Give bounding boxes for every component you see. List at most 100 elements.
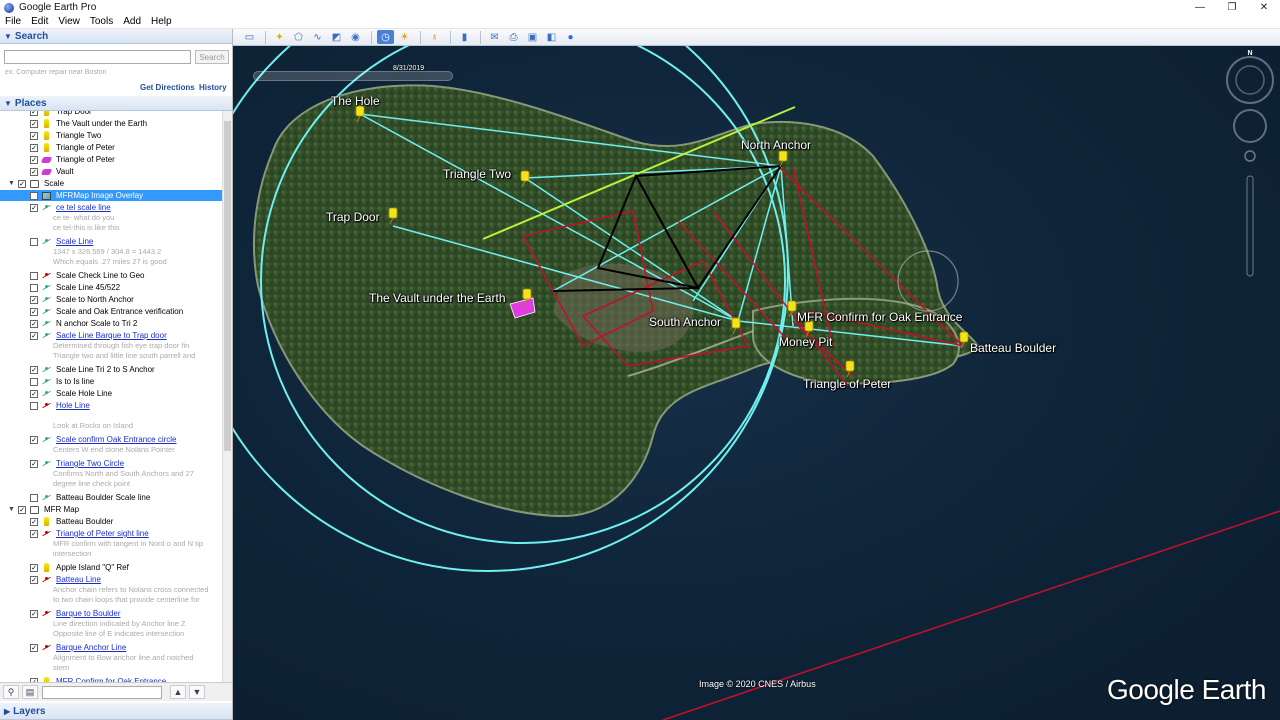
place-item[interactable]: Scale Line 45/522: [30, 282, 120, 293]
visibility-checkbox[interactable]: ✓: [30, 459, 38, 468]
menu-view[interactable]: View: [53, 16, 85, 27]
visibility-checkbox[interactable]: ✓: [30, 155, 38, 164]
visibility-checkbox[interactable]: ✓: [30, 131, 38, 140]
scrollbar-thumb[interactable]: [224, 121, 231, 451]
visibility-checkbox[interactable]: ✓: [30, 435, 38, 444]
visibility-checkbox[interactable]: [30, 283, 38, 292]
visibility-checkbox[interactable]: [30, 237, 38, 246]
place-item[interactable]: ✓ Triangle of Peter: [30, 142, 115, 153]
map-label-south-anchor[interactable]: South Anchor: [649, 315, 721, 329]
visibility-checkbox[interactable]: ✓: [30, 143, 38, 152]
add-polygon-icon[interactable]: ⬠: [290, 30, 307, 44]
place-item[interactable]: ✓ Scale confirm Oak Entrance circle: [30, 434, 177, 445]
search-panel-header[interactable]: ▼ Search: [0, 29, 232, 44]
places-panel-header[interactable]: ▼ Places: [0, 96, 232, 111]
ruler-icon[interactable]: ▮: [456, 30, 473, 44]
place-item[interactable]: ✓ ce tel scale line: [30, 202, 111, 213]
visibility-checkbox[interactable]: ✓: [30, 119, 38, 128]
historical-imagery-icon[interactable]: ◷: [377, 30, 394, 44]
place-item[interactable]: Is to Is line: [30, 376, 94, 387]
menu-edit[interactable]: Edit: [26, 16, 53, 27]
visibility-checkbox[interactable]: ✓: [30, 203, 38, 212]
menu-tools[interactable]: Tools: [85, 16, 118, 27]
place-item[interactable]: ✓ N anchor Scale to Tri 2: [30, 318, 137, 329]
search-input[interactable]: [4, 50, 191, 64]
places-filter-input[interactable]: [42, 685, 162, 699]
layers-panel-header[interactable]: ▶ Layers: [0, 703, 232, 720]
map-label-triangle-two[interactable]: Triangle Two: [443, 167, 511, 181]
place-item[interactable]: ✓ Trap Door: [30, 111, 92, 117]
visibility-checkbox[interactable]: ✓: [30, 319, 38, 328]
place-item[interactable]: ✓ Scale Line Tri 2 to S Anchor: [30, 364, 155, 375]
visibility-checkbox[interactable]: [30, 191, 38, 200]
get-directions-link[interactable]: Get Directions: [140, 83, 195, 92]
expand-toggle-icon[interactable]: ▼: [8, 180, 16, 187]
earth-globe-icon[interactable]: ●: [562, 30, 579, 44]
menu-add[interactable]: Add: [118, 16, 146, 27]
visibility-checkbox[interactable]: ✓: [30, 167, 38, 176]
add-path-icon[interactable]: ∿: [309, 30, 326, 44]
save-image-icon[interactable]: ▣: [524, 30, 541, 44]
place-item[interactable]: ✓ Triangle of Peter: [30, 154, 115, 165]
place-item[interactable]: ✓ Scale and Oak Entrance verification: [30, 306, 183, 317]
place-item[interactable]: ✓ The Vault under the Earth: [30, 118, 147, 129]
place-item[interactable]: ✓ Apple Island "Q" Ref: [30, 562, 129, 573]
visibility-checkbox[interactable]: ✓: [30, 609, 38, 618]
visibility-checkbox[interactable]: ✓: [18, 179, 26, 188]
visibility-checkbox[interactable]: ✓: [30, 529, 38, 538]
visibility-checkbox[interactable]: [30, 493, 38, 502]
visibility-checkbox[interactable]: ✓: [30, 517, 38, 526]
minimize-button[interactable]: —: [1184, 0, 1216, 15]
map-label-triangle-of-peter[interactable]: Triangle of Peter: [803, 377, 891, 391]
place-item[interactable]: Scale Check Line to Geo: [30, 270, 145, 281]
map-label-vault[interactable]: The Vault under the Earth: [369, 291, 506, 305]
sidebar-toggle-icon[interactable]: ▭: [241, 30, 258, 44]
place-item[interactable]: ✓ Barque Anchor Line: [30, 642, 126, 653]
history-link[interactable]: History: [199, 83, 227, 92]
place-item[interactable]: ✓ Barque to Boulder: [30, 608, 121, 619]
add-placemark-icon[interactable]: ✦: [271, 30, 288, 44]
visibility-checkbox[interactable]: ✓: [30, 389, 38, 398]
print-icon[interactable]: ⎙: [505, 30, 522, 44]
map-label-batteau-boulder[interactable]: Batteau Boulder: [970, 341, 1056, 355]
map-label-the-hole[interactable]: The Hole: [331, 94, 380, 108]
maximize-button[interactable]: ❐: [1216, 0, 1248, 15]
visibility-checkbox[interactable]: ✓: [30, 111, 38, 116]
sunlight-icon[interactable]: ☀: [396, 30, 413, 44]
places-tree[interactable]: ✓ Trap Door ✓ The Vault under the Earth ✓ Tri…: [0, 111, 222, 682]
place-item[interactable]: ✓ Batteau Boulder: [30, 516, 113, 527]
menu-help[interactable]: Help: [146, 16, 177, 27]
historical-imagery-slider[interactable]: [253, 71, 453, 81]
place-item[interactable]: Scale Line: [30, 236, 93, 247]
map-label-money-pit[interactable]: Money Pit: [779, 335, 832, 349]
panel-toggle-icon[interactable]: ▤: [22, 685, 38, 699]
places-scrollbar[interactable]: [222, 111, 232, 682]
visibility-checkbox[interactable]: ✓: [30, 575, 38, 584]
north-indicator[interactable]: N: [1243, 50, 1257, 62]
move-up-icon[interactable]: ▲: [170, 685, 186, 699]
menu-file[interactable]: File: [0, 16, 26, 27]
visibility-checkbox[interactable]: ✓: [30, 563, 38, 572]
close-button[interactable]: ✕: [1248, 0, 1280, 15]
visibility-checkbox[interactable]: ✓: [30, 331, 38, 340]
place-item[interactable]: ✓ Batteau Line: [30, 574, 101, 585]
place-item[interactable]: Hole Line: [30, 400, 90, 411]
expand-toggle-icon[interactable]: ▼: [8, 506, 16, 513]
search-icon[interactable]: ⚲: [3, 685, 19, 699]
visibility-checkbox[interactable]: ✓: [30, 365, 38, 374]
place-item[interactable]: ✓ Scale to North Anchor: [30, 294, 134, 305]
visibility-checkbox[interactable]: ✓: [30, 643, 38, 652]
email-icon[interactable]: ✉: [486, 30, 503, 44]
switch-planet-icon[interactable]: ♁: [426, 30, 443, 44]
record-tour-icon[interactable]: ◉: [347, 30, 364, 44]
map-label-north-anchor[interactable]: North Anchor: [741, 138, 811, 152]
map-view[interactable]: 8/31/2019 N The Hole Triangle Two Trap D…: [233, 46, 1280, 720]
place-item[interactable]: Batteau Boulder Scale line: [30, 492, 150, 503]
place-item[interactable]: ✓ Sacle Line Barque to Trap door: [30, 330, 167, 341]
place-item[interactable]: ✓ Vault: [30, 166, 74, 177]
map-label-trap-door[interactable]: Trap Door: [326, 210, 380, 224]
place-item[interactable]: ✓ Scale Hole Line: [30, 388, 112, 399]
view-in-maps-icon[interactable]: ◧: [543, 30, 560, 44]
add-image-overlay-icon[interactable]: ◩: [328, 30, 345, 44]
search-button[interactable]: Search: [195, 50, 229, 64]
